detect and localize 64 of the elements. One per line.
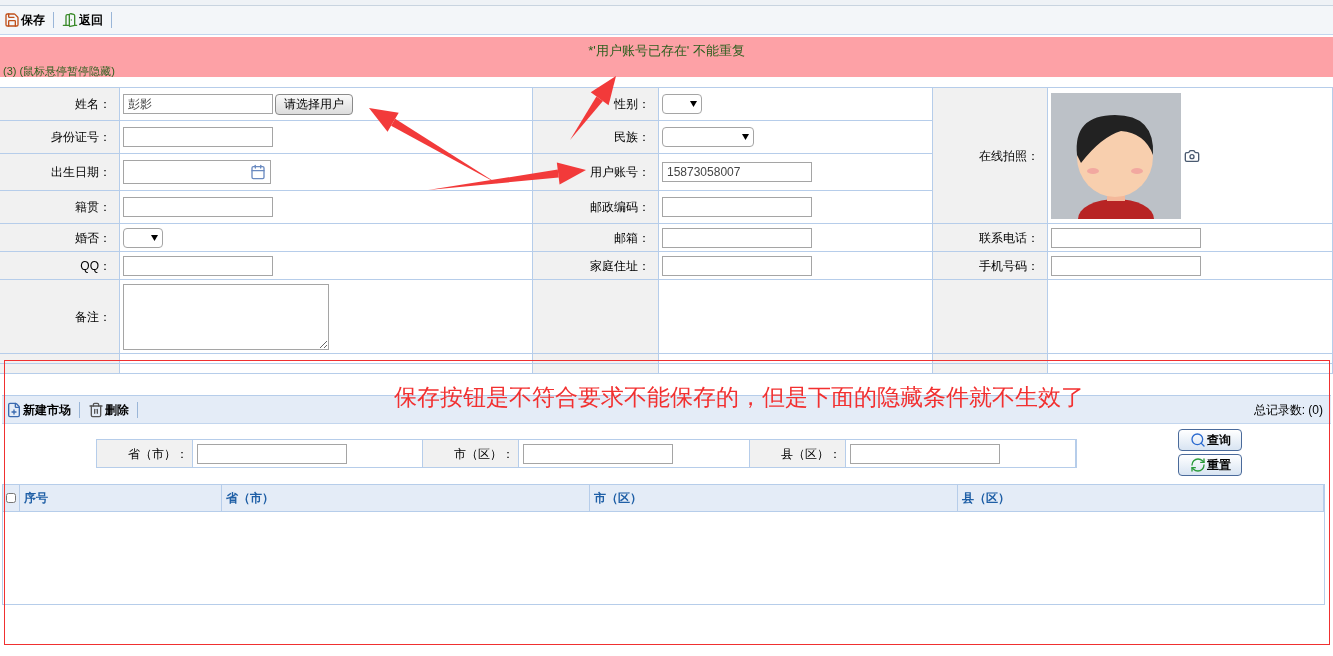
toolbar-button[interactable]: 返回 <box>62 11 103 29</box>
caret-icon <box>151 234 158 241</box>
field-label: 邮政编码： <box>590 199 650 216</box>
column-header: 省（市） <box>226 490 274 507</box>
text-input[interactable] <box>123 255 273 276</box>
text-input[interactable] <box>662 255 812 276</box>
field-label: 身份证号： <box>51 129 111 146</box>
action-button[interactable]: 重置 <box>1178 454 1242 476</box>
record-count: 总记录数: (0) <box>1253 401 1324 419</box>
text-input[interactable] <box>1051 255 1201 276</box>
text-input[interactable] <box>1051 227 1201 248</box>
filter-input[interactable] <box>523 443 674 464</box>
caret-icon <box>690 101 697 107</box>
field-label: 婚否： <box>75 229 111 247</box>
filter-label: 省（市）： <box>128 445 188 463</box>
field-label: 备注： <box>75 308 111 326</box>
text-input[interactable] <box>662 197 812 217</box>
text-input[interactable] <box>123 127 273 147</box>
column-header: 县（区） <box>962 490 1010 507</box>
save-icon <box>4 12 20 28</box>
filter-input[interactable] <box>849 443 1000 464</box>
field-label: 手机号码： <box>979 257 1039 275</box>
column-header: 市（区） <box>594 490 642 507</box>
field-label: 家庭住址： <box>590 257 650 275</box>
select-user-button[interactable]: 请选择用户 <box>275 93 353 115</box>
annotation-note: 保存按钮是不符合要求不能保存的，但是下面的隐藏条件就不生效了 <box>394 384 1084 412</box>
toolbar-button[interactable]: 删除 <box>88 400 129 419</box>
field-label: 民族： <box>614 129 650 146</box>
annotation-arrow <box>570 76 616 140</box>
select-all-checkbox[interactable] <box>6 493 16 503</box>
text-input[interactable]: 15873058007 <box>662 162 812 182</box>
remarks-textarea[interactable] <box>123 283 329 350</box>
field-label: 姓名： <box>75 96 111 113</box>
door-icon <box>62 12 78 28</box>
text-input[interactable] <box>123 197 273 217</box>
toolbar-button[interactable]: 新建市场 <box>6 400 71 419</box>
field-label: 邮箱： <box>614 229 650 247</box>
filter-label: 市（区）： <box>454 445 515 463</box>
field-label: 用户账号： <box>590 164 650 181</box>
field-label: 籍贯： <box>75 199 111 216</box>
camera-icon[interactable] <box>1184 147 1200 164</box>
field-label: 性别： <box>614 96 650 113</box>
column-header: 序号 <box>24 490 48 507</box>
new-document-icon <box>6 401 22 418</box>
filter-input[interactable] <box>197 443 347 464</box>
field-label: 出生日期： <box>51 164 111 181</box>
field-label: 在线拍照： <box>979 147 1039 165</box>
toolbar-button[interactable]: 保存 <box>4 11 45 29</box>
text-input[interactable] <box>662 227 812 248</box>
field-label: QQ： <box>80 257 111 275</box>
caret-icon <box>742 134 749 140</box>
trash-icon <box>88 401 104 418</box>
calendar-icon <box>250 164 266 180</box>
name-input[interactable]: 彭影 <box>123 94 273 114</box>
alert-message: *'用户账号已存在' 不能重复 <box>588 42 745 60</box>
alert-countdown: (3) (鼠标悬停暂停隐藏) <box>2 63 116 79</box>
action-button[interactable]: 查询 <box>1178 429 1242 451</box>
filter-label: 县（区）： <box>780 445 841 463</box>
field-label: 联系电话： <box>979 229 1039 247</box>
date-input[interactable] <box>123 160 271 184</box>
search-icon <box>1189 432 1206 448</box>
dropdown[interactable] <box>662 94 702 114</box>
refresh-icon <box>1189 457 1206 473</box>
dropdown[interactable] <box>123 227 163 248</box>
